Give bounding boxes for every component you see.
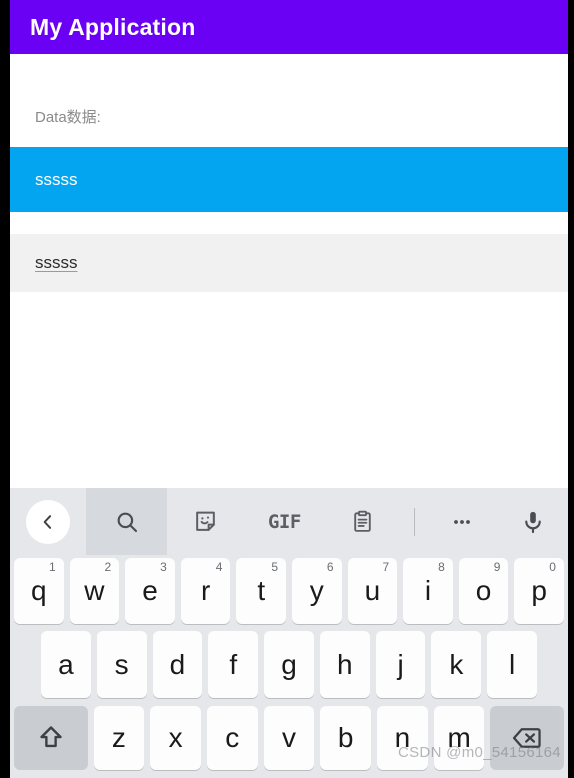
key-number: 6 [326,560,334,574]
keyboard-back-button[interactable] [10,488,86,555]
list-item[interactable]: sssss [10,234,568,292]
key-letter: d [169,648,186,680]
key-letter: b [337,722,354,753]
key-letter: z [111,722,126,753]
key-letter: v [281,722,296,753]
key-y[interactable]: 6y [292,558,342,624]
keyboard-row-3: z x c v b n m [10,702,568,774]
key-k[interactable]: k [431,631,482,698]
sticker-icon[interactable] [167,488,245,555]
soft-keyboard: GIF 1 q 2 w 3 e 4 r 5 t 6 y 7 u 8 i 9 o … [10,488,568,778]
key-letter: c [225,722,240,753]
key-letter: s [114,648,129,680]
key-n[interactable]: n [377,706,428,770]
key-q[interactable]: 1q [14,558,64,624]
key-z[interactable]: z [93,706,145,770]
key-letter: n [394,722,411,753]
key-number: 9 [493,560,501,574]
key-number: 7 [382,560,390,574]
more-icon[interactable] [427,488,498,555]
key-number: 3 [160,560,167,574]
keyboard-row-1: 1q 2w 3e 4r 5t 6y 7u 8i 9o 0p [10,555,568,627]
key-b[interactable]: b [320,706,372,770]
data-field-label: Data数据: [35,109,101,126]
key-m[interactable]: m [433,706,485,770]
key-letter: a [58,648,74,680]
app-title: My Application [30,13,196,40]
gif-label: GIF [267,510,301,533]
list-item-selected[interactable]: sssss [10,147,568,212]
key-letter: h [336,648,353,680]
key-j[interactable]: j [375,631,426,698]
key-letter: t [257,575,266,606]
key-i[interactable]: 8i [403,558,453,624]
key-g[interactable]: g [264,631,314,698]
key-letter: g [281,648,297,680]
key-r[interactable]: 4r [180,558,231,624]
key-w[interactable]: 2w [69,558,120,624]
key-letter: j [397,648,404,680]
list-item-text: sssss [35,169,78,189]
key-letter: f [229,648,238,680]
key-letter: q [31,575,47,606]
key-number: 1 [48,560,56,574]
key-l[interactable]: l [487,631,538,698]
keyboard-toolbar: GIF [10,488,568,555]
key-u[interactable]: 7u [347,558,398,624]
key-letter: e [142,575,158,606]
key-letter: l [509,648,516,680]
key-number: 4 [215,560,223,574]
key-v[interactable]: v [263,706,315,770]
key-o[interactable]: 9o [458,558,509,624]
key-d[interactable]: d [152,631,203,698]
shift-key[interactable] [14,706,88,770]
key-t[interactable]: 5t [236,558,286,624]
key-letter: w [84,575,105,606]
key-c[interactable]: c [206,706,258,770]
key-letter: p [531,575,547,606]
main-content: Data数据: sssss sssss [10,54,568,488]
gif-icon[interactable]: GIF [245,488,323,555]
key-letter: y [309,575,324,606]
back-chevron-icon[interactable] [26,499,71,544]
key-number: 0 [549,560,556,574]
key-number: 5 [271,560,278,574]
search-icon[interactable] [86,488,167,555]
key-f[interactable]: f [208,631,259,698]
clipboard-icon[interactable] [324,488,402,555]
phone-screen: My Application Data数据: sssss sssss GIF 1… [10,0,568,778]
key-letter: r [200,575,211,606]
keyboard-row-2: a s d f g h j k l [10,627,568,702]
list-item-text: sssss [35,253,78,272]
app-bar: My Application [10,0,568,54]
backspace-key[interactable] [490,706,564,770]
key-letter: x [168,722,183,753]
key-a[interactable]: a [40,631,91,698]
key-letter: m [447,722,471,753]
key-letter: i [424,575,432,606]
key-p[interactable]: 0p [514,558,564,624]
key-number: 2 [104,560,112,574]
key-x[interactable]: x [150,706,201,770]
key-letter: u [364,575,381,606]
key-h[interactable]: h [319,631,370,698]
key-letter: o [475,575,492,606]
microphone-icon[interactable] [497,488,568,555]
key-number: 8 [438,560,445,574]
key-letter: k [449,648,464,680]
key-s[interactable]: s [96,631,147,698]
toolbar-divider [413,507,415,536]
key-e[interactable]: 3e [125,558,175,624]
